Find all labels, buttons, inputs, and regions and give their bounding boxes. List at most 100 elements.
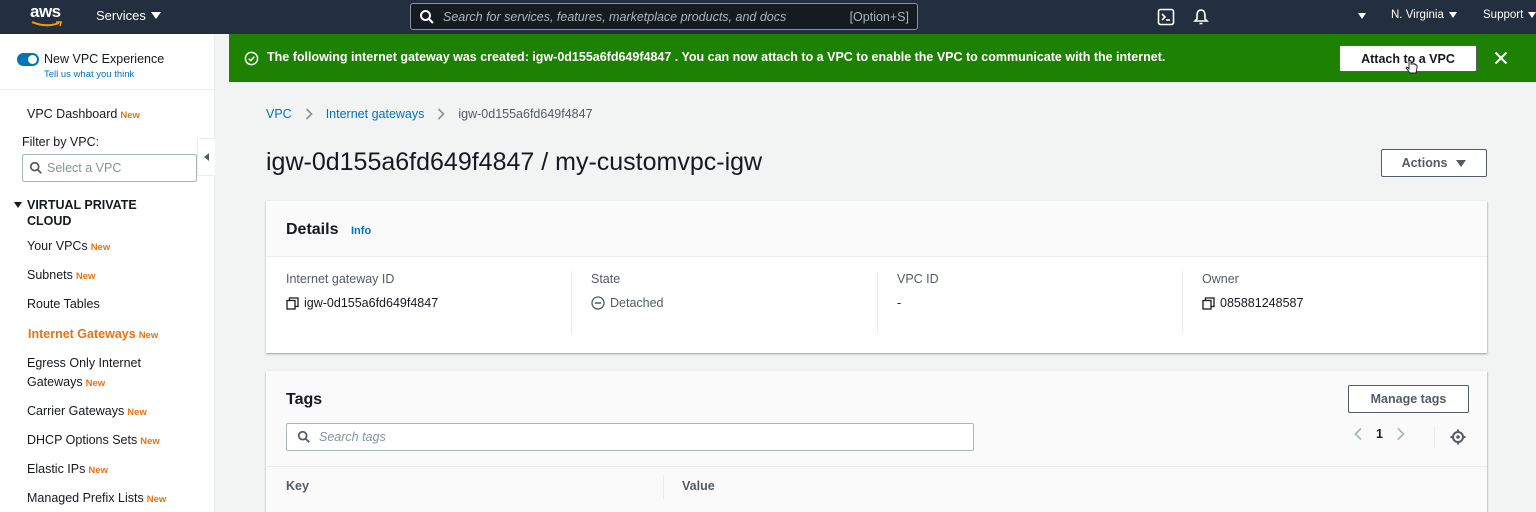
- breadcrumb-current: igw-0d155a6fd649f4847: [458, 107, 593, 121]
- divider: [0, 89, 215, 90]
- region-selector[interactable]: N. Virginia: [1391, 9, 1457, 21]
- info-link[interactable]: Info: [351, 225, 371, 237]
- sidebar-item-label: Carrier Gateways: [27, 404, 125, 418]
- vpc-filter-select[interactable]: [22, 154, 197, 182]
- sidebar-item-vpc-dashboard[interactable]: VPC Dashboard New: [27, 105, 140, 125]
- sidebar-item-carrier-gateways[interactable]: Carrier Gateways New: [27, 402, 147, 422]
- gear-icon[interactable]: [1450, 429, 1466, 445]
- field-vpc-id: VPC ID -: [897, 272, 939, 332]
- sidebar-item-managed-prefix-lists[interactable]: Managed Prefix Lists New: [27, 489, 166, 509]
- caret-down-icon: [1448, 12, 1457, 18]
- manage-tags-button[interactable]: Manage tags: [1348, 385, 1469, 413]
- global-search[interactable]: [Option+S]: [410, 3, 918, 30]
- close-icon[interactable]: [1492, 49, 1510, 67]
- search-icon: [29, 161, 42, 174]
- page-title: igw-0d155a6fd649f4847 / my-customvpc-igw: [266, 148, 763, 176]
- tag-search-input[interactable]: [319, 430, 919, 444]
- section-virtual-private-cloud[interactable]: VIRTUAL PRIVATE CLOUD: [14, 197, 167, 229]
- copy-icon[interactable]: [1202, 296, 1215, 310]
- region-label: N. Virginia: [1391, 9, 1444, 21]
- details-title: Details: [286, 221, 339, 238]
- chevron-right-icon[interactable]: [1396, 427, 1406, 441]
- chevron-right-icon: [305, 108, 313, 120]
- sidebar-item-label-line2: Gateways: [27, 375, 83, 389]
- hand-cursor-icon: [1405, 59, 1418, 74]
- details-panel: Details Info Internet gateway ID igw-0d1…: [266, 201, 1487, 353]
- search-icon: [420, 9, 434, 24]
- breadcrumb-internet-gateways[interactable]: Internet gateways: [326, 107, 425, 121]
- tag-search[interactable]: [286, 423, 974, 451]
- flash-message: The following internet gateway was creat…: [267, 50, 1166, 64]
- services-menu[interactable]: Services: [96, 8, 161, 23]
- sidebar-item-subnets[interactable]: Subnets New: [27, 266, 95, 286]
- field-value: Detached: [591, 296, 664, 310]
- tags-table-header: [266, 466, 1487, 512]
- search-icon: [297, 430, 310, 443]
- support-label: Support: [1483, 9, 1524, 21]
- column-header-key[interactable]: Key: [286, 479, 309, 493]
- sidebar-item-internet-gateways[interactable]: Internet Gateways New: [28, 325, 158, 345]
- tags-title: Tags: [286, 391, 323, 408]
- toggle-label: New VPC Experience: [44, 52, 165, 66]
- copy-icon[interactable]: [286, 296, 299, 310]
- aws-smile-icon: [31, 21, 63, 27]
- feedback-link[interactable]: Tell us what you think: [44, 69, 164, 80]
- pagination: 1: [1353, 427, 1406, 441]
- success-check-icon: [244, 51, 259, 66]
- new-badge: New: [146, 494, 167, 505]
- bell-icon[interactable]: [1192, 8, 1210, 26]
- sidebar-item-elastic-ips[interactable]: Elastic IPs New: [27, 460, 108, 480]
- caret-down-icon: [14, 202, 22, 208]
- aws-logo-text: aws: [30, 2, 61, 21]
- divider: [571, 271, 572, 333]
- support-menu[interactable]: Support: [1483, 9, 1536, 21]
- divider: [1182, 271, 1183, 333]
- field-label: State: [591, 272, 621, 286]
- sidebar-item-label: Elastic IPs: [27, 462, 86, 476]
- new-badge: New: [140, 436, 160, 447]
- actions-dropdown-button[interactable]: Actions: [1381, 149, 1487, 177]
- cloudshell-icon[interactable]: [1157, 8, 1175, 26]
- section-title: VIRTUAL PRIVATE CLOUD: [27, 198, 137, 228]
- detached-status-icon: [591, 296, 605, 310]
- caret-down-icon: [1528, 12, 1536, 18]
- field-label: VPC ID: [897, 272, 939, 286]
- caret-left-icon: [203, 153, 209, 161]
- new-badge: New: [88, 465, 108, 476]
- sidebar-item-label: VPC Dashboard: [27, 107, 118, 121]
- new-vpc-experience-toggle-group: New VPC Experience Tell us what you thin…: [17, 52, 164, 80]
- page-number[interactable]: 1: [1376, 427, 1383, 441]
- global-search-input[interactable]: [443, 9, 843, 24]
- account-menu-caret-icon[interactable]: [1358, 13, 1366, 19]
- owner-value: 085881248587: [1220, 296, 1304, 310]
- divider: [877, 271, 878, 333]
- sidebar-item-dhcp-options-sets[interactable]: DHCP Options Sets New: [27, 431, 160, 451]
- caret-down-icon: [1456, 159, 1467, 167]
- aws-logo[interactable]: aws: [30, 3, 70, 29]
- sidebar-item-route-tables[interactable]: Route Tables: [27, 295, 100, 313]
- state-value: Detached: [610, 296, 664, 310]
- sidebar-item-egress-only-internet-gateways[interactable]: Egress Only Internet Gateways New: [27, 354, 197, 393]
- breadcrumb-vpc[interactable]: VPC: [266, 107, 292, 121]
- sidebar-item-label: Managed Prefix Lists: [27, 491, 144, 505]
- sidebar-item-your-vpcs[interactable]: Your VPCs New: [27, 237, 110, 257]
- field-label: Owner: [1202, 272, 1239, 286]
- success-flash-banner: The following internet gateway was creat…: [229, 34, 1536, 82]
- top-navigation-bar: aws Services [Option+S] N. Virginia Supp…: [0, 0, 1536, 34]
- services-label: Services: [96, 8, 146, 23]
- column-header-value[interactable]: Value: [682, 479, 715, 493]
- new-vpc-experience-toggle[interactable]: [17, 53, 39, 66]
- new-badge: New: [127, 407, 147, 418]
- collapse-sidebar-button[interactable]: [197, 138, 215, 176]
- new-badge: New: [85, 378, 106, 389]
- column-divider[interactable]: [663, 475, 664, 499]
- new-badge: New: [138, 330, 159, 341]
- search-shortcut-hint: [Option+S]: [849, 10, 909, 24]
- vpc-filter-input[interactable]: [47, 161, 187, 175]
- divider: [1434, 426, 1435, 448]
- caret-down-icon: [150, 12, 161, 19]
- breadcrumb: VPC Internet gateways igw-0d155a6fd649f4…: [266, 107, 593, 121]
- chevron-left-icon[interactable]: [1353, 427, 1363, 441]
- tags-panel: Tags Manage tags 1 Key Value: [266, 371, 1487, 512]
- field-value: igw-0d155a6fd649f4847: [286, 296, 438, 310]
